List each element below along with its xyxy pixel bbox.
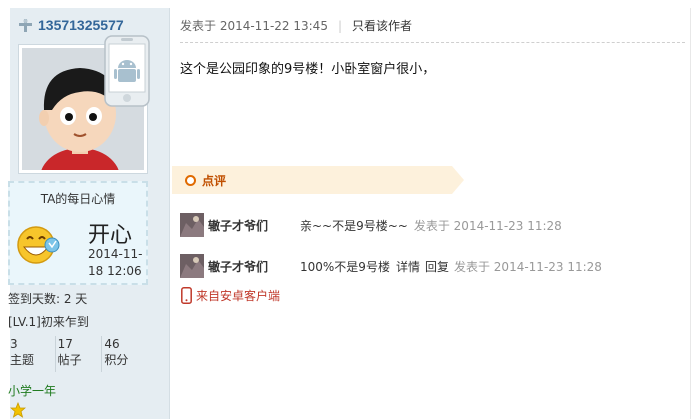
meta-divider: | [337, 18, 342, 33]
signin-days: 签到天数: 2 天 [8, 292, 88, 306]
post-meta: 发表于 2014-11-22 13:45 | 只看该作者 [180, 17, 412, 34]
username-link[interactable]: 13571325577 [38, 17, 124, 33]
stat-topics-value: 3 [10, 337, 18, 351]
commenter-avatar[interactable] [180, 213, 204, 237]
stat-points[interactable]: 46 积分 [101, 336, 148, 372]
mood-value: 开心 [88, 223, 133, 248]
commenter-name[interactable]: 辙子才爷们 [208, 258, 300, 275]
stat-points-value: 46 [104, 337, 120, 351]
stat-posts-label: 帖子 [57, 353, 82, 367]
daily-mood-panel: TA的每日心情 开心 2014-11-18 12:06 [8, 181, 148, 285]
right-border [690, 8, 691, 419]
post-time: 发表于 2014-11-22 13:45 [180, 19, 328, 33]
user-level[interactable]: [LV.1]初来乍到 [8, 313, 89, 330]
comments-header: 点评 [172, 166, 464, 194]
from-android-client[interactable]: 来自安卓客户端 [181, 287, 280, 304]
android-client-badge [104, 35, 150, 107]
post-content: 这个是公园印象的9号楼！小卧室窗户很小， [180, 62, 436, 77]
stat-points-label: 积分 [104, 353, 129, 367]
comment-text: 亲~~不是9号楼~~ [300, 218, 408, 233]
stat-posts[interactable]: 17 帖子 [54, 336, 102, 372]
from-android-client-label: 来自安卓客户端 [196, 289, 281, 303]
comment-text: 100%不是9号楼 [300, 259, 390, 274]
comment-item: 辙子才爷们 亲~~不是9号楼~~ 发表于 2014-11-23 11:28 [180, 213, 562, 237]
comment-time: 发表于 2014-11-23 11:28 [413, 218, 562, 233]
comment-circle-icon [185, 175, 196, 186]
commenter-name[interactable]: 辙子才爷们 [208, 217, 300, 234]
comments-header-label: 点评 [202, 174, 227, 188]
commenter-avatar[interactable] [180, 254, 204, 278]
stat-topics[interactable]: 3 主题 [8, 336, 55, 372]
comment-item: 辙子才爷们 100%不是9号楼 详情 回复 发表于 2014-11-23 11:… [180, 254, 602, 278]
happy-face-icon [16, 223, 60, 267]
online-status-icon [18, 18, 33, 33]
comment-reply-link[interactable]: 回复 [425, 258, 449, 275]
comment-detail-link[interactable]: 详情 [396, 258, 420, 275]
mood-date: 2014-11-18 12:06 [88, 247, 143, 278]
stat-topics-label: 主题 [10, 353, 35, 367]
mood-title: TA的每日心情 [40, 192, 116, 206]
only-author-link[interactable]: 只看该作者 [352, 17, 412, 34]
user-stats: 3 主题 17 帖子 46 积分 [8, 336, 148, 372]
user-header: 13571325577 [18, 15, 124, 35]
meta-divider-line [180, 42, 685, 43]
mobile-phone-icon [181, 287, 192, 304]
star-icon [9, 401, 27, 418]
stat-posts-value: 17 [57, 337, 73, 351]
user-grade[interactable]: 小学一年 [8, 382, 56, 399]
comment-time: 发表于 2014-11-23 11:28 [453, 259, 602, 274]
